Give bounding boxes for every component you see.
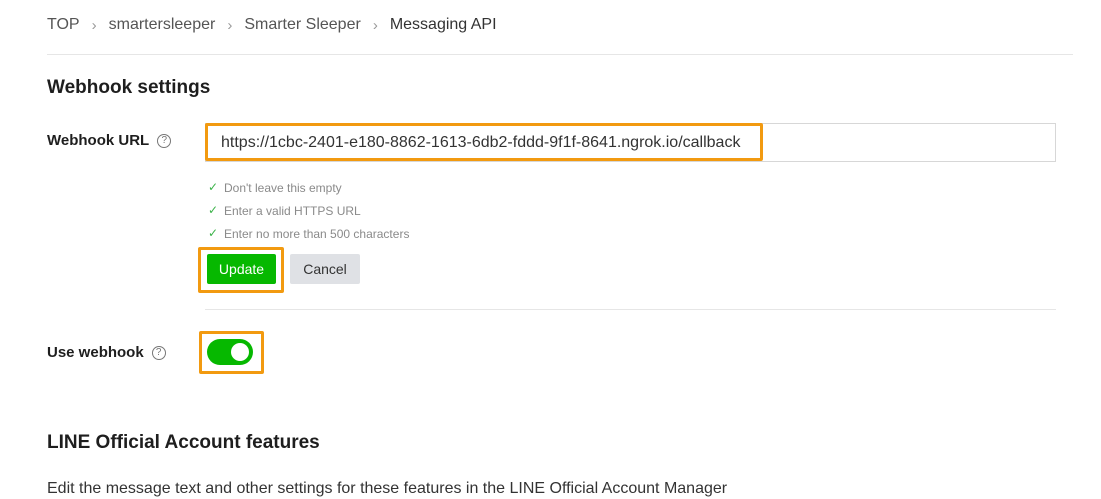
validation-item: ✓ Don't leave this empty (208, 176, 409, 199)
validation-text: Don't leave this empty (224, 180, 342, 195)
validation-item: ✓ Enter a valid HTTPS URL (208, 199, 409, 222)
chevron-right-icon: › (227, 16, 233, 34)
use-webhook-toggle[interactable] (207, 339, 253, 365)
chevron-right-icon: › (91, 16, 97, 34)
breadcrumb-item-top[interactable]: TOP (47, 16, 80, 34)
validation-list: ✓ Don't leave this empty ✓ Enter a valid… (208, 176, 409, 245)
cancel-button[interactable]: Cancel (290, 254, 360, 284)
webhook-url-label: Webhook URL (47, 132, 150, 149)
help-circle-icon[interactable]: ? (157, 133, 172, 148)
divider (205, 309, 1056, 310)
breadcrumb-item-channel[interactable]: Smarter Sleeper (244, 16, 361, 34)
validation-item: ✓ Enter no more than 500 characters (208, 222, 409, 245)
chevron-right-icon: › (372, 16, 378, 34)
webhook-url-input[interactable] (205, 123, 1056, 162)
page: TOP › smartersleeper › Smarter Sleeper ›… (0, 0, 1101, 499)
breadcrumb-item-provider[interactable]: smartersleeper (109, 16, 216, 34)
webhook-url-label-row: Webhook URL ? (47, 132, 172, 149)
oa-features-title: LINE Official Account features (47, 432, 320, 453)
breadcrumb: TOP › smartersleeper › Smarter Sleeper ›… (47, 16, 497, 34)
toggle-knob (231, 343, 249, 361)
help-circle-icon[interactable]: ? (151, 345, 166, 360)
update-button[interactable]: Update (207, 254, 276, 284)
breadcrumb-item-current: Messaging API (389, 16, 497, 33)
check-icon: ✓ (208, 180, 219, 194)
validation-text: Enter no more than 500 characters (224, 226, 410, 241)
webhook-settings-title: Webhook settings (47, 77, 211, 98)
check-icon: ✓ (208, 226, 219, 240)
divider (47, 54, 1073, 55)
use-webhook-label-row: Use webhook ? (47, 344, 166, 361)
check-icon: ✓ (208, 203, 219, 217)
oa-features-description: Edit the message text and other settings… (47, 480, 728, 497)
validation-text: Enter a valid HTTPS URL (224, 203, 361, 218)
use-webhook-label: Use webhook (47, 344, 144, 361)
